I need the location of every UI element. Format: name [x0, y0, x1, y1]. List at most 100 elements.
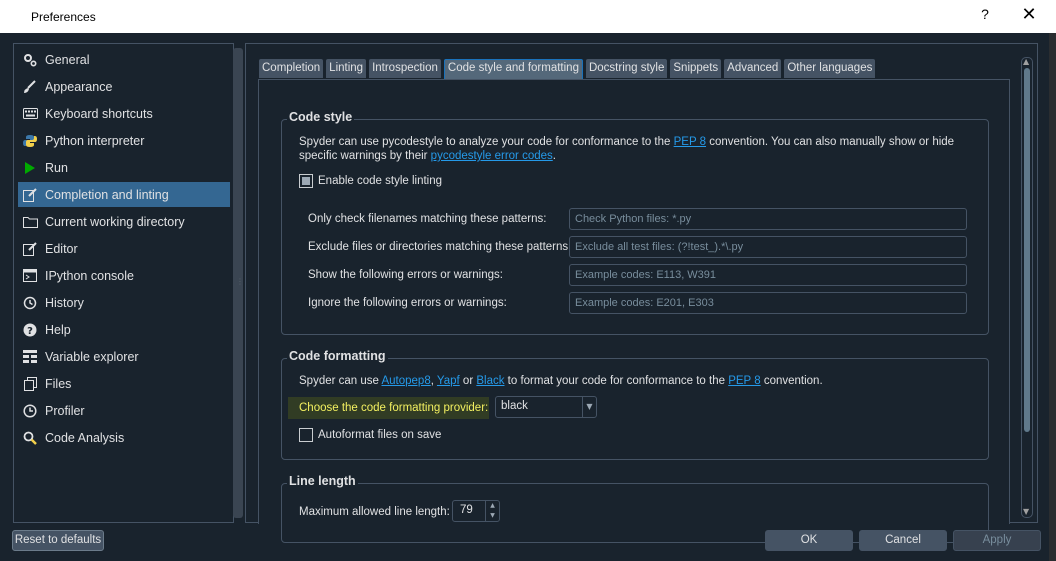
spin-arrows-icon[interactable]: ▲ ▼: [485, 501, 499, 521]
code-style-description: Spyder can use pycodestyle to analyze yo…: [299, 135, 979, 163]
group-title: Line length: [287, 474, 358, 488]
sidebar-item-label: Help: [45, 322, 71, 337]
tab-code-style-and-formatting[interactable]: Code style and formatting: [443, 59, 583, 79]
checkbox-label: Autoformat files on save: [318, 429, 442, 441]
exclude-patterns-label: Exclude files or directories matching th…: [308, 241, 572, 253]
show-errors-input[interactable]: [570, 265, 966, 285]
tab-other-languages[interactable]: Other languages: [784, 59, 876, 78]
sidebar-item-editor[interactable]: Editor: [18, 236, 230, 261]
scrollbar-thumb[interactable]: [1024, 68, 1030, 432]
sidebar-item-label: IPython console: [45, 268, 134, 283]
table-icon: [22, 349, 38, 365]
enable-code-style-linting-row[interactable]: Enable code style linting: [299, 174, 442, 188]
sidebar-item-appearance[interactable]: Appearance: [18, 74, 230, 99]
sidebar-item-label: Editor: [45, 241, 78, 256]
tab-advanced[interactable]: Advanced: [724, 59, 782, 78]
pycodestyle-error-codes-link[interactable]: pycodestyle error codes: [431, 150, 553, 162]
description-text: Spyder can use pycodestyle to analyze yo…: [299, 136, 674, 148]
filename-patterns-label: Only check filenames matching these patt…: [308, 213, 547, 225]
apply-button[interactable]: Apply: [953, 530, 1041, 551]
scroll-down-icon[interactable]: ▼: [1023, 507, 1029, 516]
sidebar-item-completion-and-linting[interactable]: Completion and linting: [18, 182, 230, 207]
preferences-sidebar: General Appearance Keyboard shortcuts Py…: [13, 43, 243, 523]
black-link[interactable]: Black: [476, 375, 504, 387]
code-formatting-group: Code formatting Spyder can use Autopep8,…: [281, 349, 989, 460]
max-line-length-spinbox[interactable]: 79 ▲ ▼: [452, 500, 500, 522]
ignore-errors-label: Ignore the following errors or warnings:: [308, 297, 507, 309]
play-icon: [22, 160, 38, 176]
code-formatting-description: Spyder can use Autopep8, Yapf or Black t…: [299, 374, 979, 388]
reset-to-defaults-button[interactable]: Reset to defaults: [12, 530, 104, 551]
sidebar-item-python-interpreter[interactable]: Python interpreter: [18, 128, 230, 153]
sidebar-item-variable-explorer[interactable]: Variable explorer: [18, 344, 230, 369]
keyboard-icon: [22, 106, 38, 122]
yapf-link[interactable]: Yapf: [437, 375, 460, 387]
gear-icon: [22, 52, 38, 68]
tab-bar: Completion Linting Introspection Code st…: [259, 59, 878, 79]
enable-code-style-linting-checkbox[interactable]: [299, 174, 313, 188]
pep8-link[interactable]: PEP 8: [674, 136, 706, 148]
title-bar: Preferences ? ✕: [0, 0, 1056, 33]
filename-patterns-field[interactable]: [569, 208, 967, 230]
help-button[interactable]: ?: [976, 6, 994, 26]
sidebar-item-label: Profiler: [45, 403, 85, 418]
ok-button[interactable]: OK: [765, 530, 853, 551]
tab-content: Code style Spyder can use pycodestyle to…: [258, 79, 1010, 543]
sidebar-item-label: Files: [45, 376, 72, 391]
pep8-link[interactable]: PEP 8: [728, 375, 760, 387]
show-errors-label: Show the following errors or warnings:: [308, 269, 503, 281]
formatting-provider-select[interactable]: black ▼: [495, 396, 597, 418]
description-text: to format your code for conformance to t…: [504, 375, 729, 387]
sidebar-item-history[interactable]: History: [18, 290, 230, 315]
window-title: Preferences: [31, 10, 96, 24]
tab-completion[interactable]: Completion: [259, 59, 324, 78]
svg-text:?: ?: [27, 326, 33, 337]
scroll-up-icon[interactable]: ▲: [1023, 57, 1029, 66]
sidebar-item-run[interactable]: Run: [18, 155, 230, 180]
terminal-icon: [22, 268, 38, 284]
sidebar-item-help[interactable]: ? Help: [18, 317, 230, 342]
filename-patterns-input[interactable]: [570, 209, 966, 229]
files-icon: [22, 376, 38, 392]
tab-introspection[interactable]: Introspection: [369, 59, 441, 78]
chevron-down-icon: ▼: [582, 397, 596, 417]
sidebar-item-label: History: [45, 295, 84, 310]
sidebar-item-files[interactable]: Files: [18, 371, 230, 396]
python-icon: [22, 133, 38, 149]
sidebar-item-general[interactable]: General: [18, 47, 230, 72]
splitter-handle[interactable]: ⋮: [236, 45, 244, 523]
sidebar-item-ipython-console[interactable]: IPython console: [18, 263, 230, 288]
group-title: Code formatting: [287, 349, 388, 363]
autoformat-checkbox[interactable]: [299, 428, 313, 442]
splitter-grip-icon: ⋮: [236, 277, 244, 286]
sidebar-item-label: Keyboard shortcuts: [45, 106, 153, 121]
edit-icon: [22, 241, 38, 257]
sidebar-item-label: Run: [45, 160, 68, 175]
sidebar-item-profiler[interactable]: Profiler: [18, 398, 230, 423]
description-text: or: [459, 375, 477, 387]
edit-icon: [22, 187, 38, 203]
cancel-button[interactable]: Cancel: [859, 530, 947, 551]
sidebar-item-code-analysis[interactable]: Code Analysis: [18, 425, 230, 450]
sidebar-item-label: Python interpreter: [45, 133, 145, 148]
sidebar-item-current-working-directory[interactable]: Current working directory: [18, 209, 230, 234]
sidebar-item-label: Code Analysis: [45, 430, 125, 445]
tab-snippets[interactable]: Snippets: [670, 59, 722, 78]
exclude-patterns-field[interactable]: [569, 236, 967, 258]
preferences-page: Completion Linting Introspection Code st…: [245, 43, 1038, 543]
tab-docstring-style[interactable]: Docstring style: [585, 59, 668, 78]
tab-linting[interactable]: Linting: [326, 59, 367, 78]
ignore-errors-input[interactable]: [570, 293, 966, 313]
autopep8-link[interactable]: Autopep8: [381, 375, 430, 387]
sidebar-item-label: Variable explorer: [45, 349, 139, 364]
exclude-patterns-input[interactable]: [570, 237, 966, 257]
page-scrollbar[interactable]: ▲ ▼: [1021, 57, 1033, 518]
close-button[interactable]: ✕: [1016, 4, 1042, 28]
sidebar-item-keyboard-shortcuts[interactable]: Keyboard shortcuts: [18, 101, 230, 126]
folder-icon: [22, 214, 38, 230]
autoformat-row[interactable]: Autoformat files on save: [299, 428, 441, 442]
max-line-length-value: 79: [460, 504, 473, 516]
ignore-errors-field[interactable]: [569, 292, 967, 314]
show-errors-field[interactable]: [569, 264, 967, 286]
description-text: Spyder can use: [299, 375, 382, 387]
